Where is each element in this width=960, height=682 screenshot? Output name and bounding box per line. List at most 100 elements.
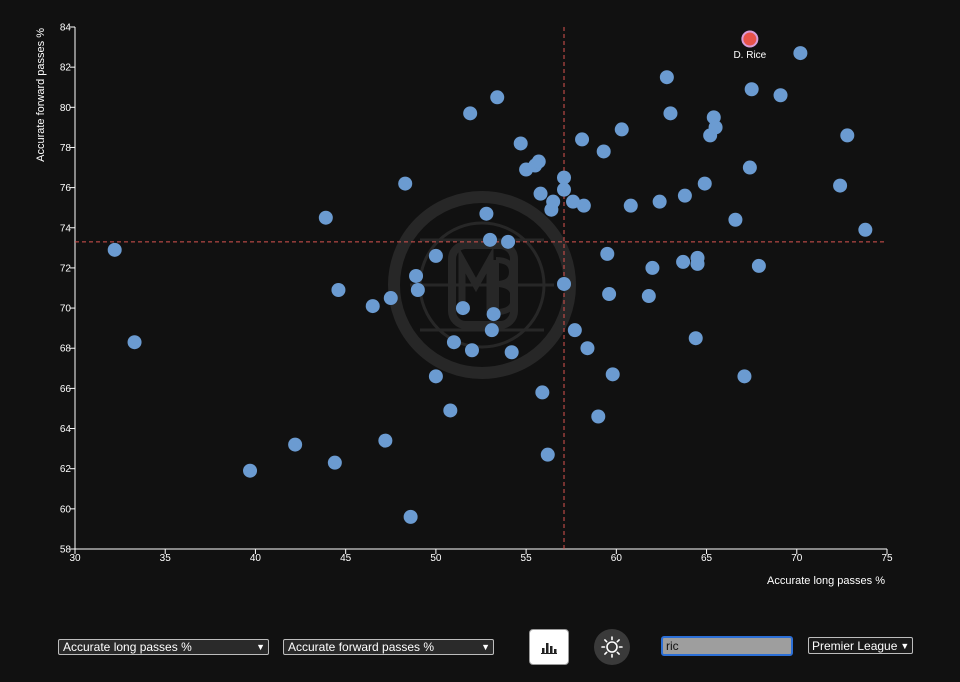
data-point[interactable] bbox=[591, 409, 606, 424]
y-tick-label: 72 bbox=[60, 263, 72, 274]
y-tick-label: 74 bbox=[60, 223, 72, 234]
data-point[interactable] bbox=[464, 343, 479, 358]
data-point[interactable] bbox=[378, 433, 393, 448]
data-point[interactable] bbox=[567, 323, 582, 338]
theme-toggle-button[interactable] bbox=[594, 629, 630, 665]
data-point[interactable] bbox=[479, 206, 494, 221]
data-point[interactable] bbox=[504, 345, 519, 360]
y-tick-label: 82 bbox=[60, 63, 72, 74]
y-tick-label: 80 bbox=[60, 103, 72, 114]
data-point[interactable] bbox=[659, 70, 674, 85]
data-point[interactable] bbox=[708, 120, 723, 135]
x-axis-ticks: 30 35 40 45 50 55 60 65 70 75 bbox=[69, 549, 893, 564]
data-point[interactable] bbox=[557, 276, 572, 291]
league-select-value: Premier League bbox=[812, 638, 898, 653]
data-point[interactable] bbox=[535, 385, 550, 400]
data-point[interactable] bbox=[409, 268, 424, 283]
data-point[interactable] bbox=[443, 403, 458, 418]
data-point[interactable] bbox=[107, 242, 122, 257]
x-tick-label: 35 bbox=[160, 553, 172, 564]
y-tick-label: 78 bbox=[60, 143, 72, 154]
data-point[interactable] bbox=[645, 260, 660, 275]
data-point[interactable] bbox=[403, 509, 418, 524]
data-point[interactable] bbox=[737, 369, 752, 384]
x-tick-label: 70 bbox=[791, 553, 803, 564]
y-tick-label: 70 bbox=[60, 304, 72, 315]
data-point[interactable] bbox=[513, 136, 528, 151]
chevron-down-icon: ▼ bbox=[256, 642, 265, 652]
data-point[interactable] bbox=[751, 258, 766, 273]
y-tick-label: 84 bbox=[60, 23, 72, 34]
data-point[interactable] bbox=[840, 128, 855, 143]
data-point[interactable] bbox=[446, 335, 461, 350]
data-point[interactable] bbox=[127, 335, 142, 350]
data-point[interactable] bbox=[858, 222, 873, 237]
x-tick-label: 30 bbox=[69, 553, 81, 564]
x-axis-title: Accurate long passes % bbox=[767, 575, 885, 587]
data-point[interactable] bbox=[602, 287, 617, 302]
data-point[interactable] bbox=[742, 160, 757, 175]
chart-view-button[interactable] bbox=[529, 629, 569, 665]
data-point[interactable] bbox=[410, 283, 425, 298]
player-search-input[interactable] bbox=[661, 636, 793, 656]
data-point[interactable] bbox=[531, 154, 546, 169]
data-point[interactable] bbox=[243, 463, 258, 478]
data-point[interactable] bbox=[331, 283, 346, 298]
data-point[interactable] bbox=[676, 254, 691, 269]
data-point[interactable] bbox=[318, 210, 333, 225]
data-point[interactable] bbox=[697, 176, 712, 191]
y-tick-label: 66 bbox=[60, 384, 72, 395]
data-point[interactable] bbox=[483, 232, 498, 247]
data-point[interactable] bbox=[490, 90, 505, 105]
data-point[interactable] bbox=[690, 256, 705, 271]
data-point[interactable] bbox=[557, 170, 572, 185]
scatter-chart: 30 35 40 45 50 55 60 65 70 75 58 60 62 64 66 68 70 72 74 7… bbox=[35, 23, 893, 588]
highlight-point-label: D. Rice bbox=[733, 50, 766, 61]
data-point[interactable] bbox=[728, 212, 743, 227]
data-point[interactable] bbox=[793, 46, 808, 61]
data-point[interactable] bbox=[641, 289, 656, 304]
data-point[interactable] bbox=[614, 122, 629, 137]
data-point[interactable] bbox=[365, 299, 380, 314]
data-point[interactable] bbox=[383, 291, 398, 306]
data-point[interactable] bbox=[501, 234, 516, 249]
y-metric-select[interactable]: Accurate forward passes % ▼ bbox=[283, 639, 494, 655]
highlight-point-group: D. Rice bbox=[733, 30, 767, 61]
data-point[interactable] bbox=[688, 331, 703, 346]
x-metric-select[interactable]: Accurate long passes % ▼ bbox=[58, 639, 269, 655]
data-point[interactable] bbox=[605, 367, 620, 382]
data-point[interactable] bbox=[596, 144, 611, 159]
data-point[interactable] bbox=[663, 106, 678, 121]
data-point[interactable] bbox=[484, 323, 499, 338]
data-point[interactable] bbox=[580, 341, 595, 356]
x-tick-label: 75 bbox=[881, 553, 893, 564]
data-point[interactable] bbox=[533, 186, 548, 201]
data-point[interactable] bbox=[428, 248, 443, 263]
y-tick-label: 76 bbox=[60, 183, 72, 194]
data-point[interactable] bbox=[833, 178, 848, 193]
data-point[interactable] bbox=[652, 194, 667, 209]
data-point[interactable] bbox=[557, 182, 572, 197]
data-point[interactable] bbox=[455, 301, 470, 316]
data-point[interactable] bbox=[463, 106, 478, 121]
league-select[interactable]: Premier League ▼ bbox=[808, 637, 914, 654]
data-point[interactable] bbox=[773, 88, 788, 103]
x-tick-label: 55 bbox=[521, 553, 533, 564]
data-point[interactable] bbox=[744, 82, 759, 97]
y-tick-label: 64 bbox=[60, 424, 72, 435]
y-axis-ticks: 58 60 62 64 66 68 70 72 74 76 78 80 82 84 bbox=[60, 23, 75, 556]
highlight-point[interactable] bbox=[741, 30, 759, 48]
data-point[interactable] bbox=[540, 447, 555, 462]
data-point[interactable] bbox=[288, 437, 303, 452]
data-point[interactable] bbox=[623, 198, 638, 213]
data-point[interactable] bbox=[327, 455, 342, 470]
data-point[interactable] bbox=[428, 369, 443, 384]
data-point[interactable] bbox=[575, 132, 590, 147]
data-point[interactable] bbox=[398, 176, 413, 191]
x-tick-label: 40 bbox=[250, 553, 262, 564]
data-point[interactable] bbox=[677, 188, 692, 203]
data-point[interactable] bbox=[546, 194, 561, 209]
data-point[interactable] bbox=[486, 307, 501, 322]
data-point[interactable] bbox=[576, 198, 591, 213]
data-point[interactable] bbox=[600, 246, 615, 261]
